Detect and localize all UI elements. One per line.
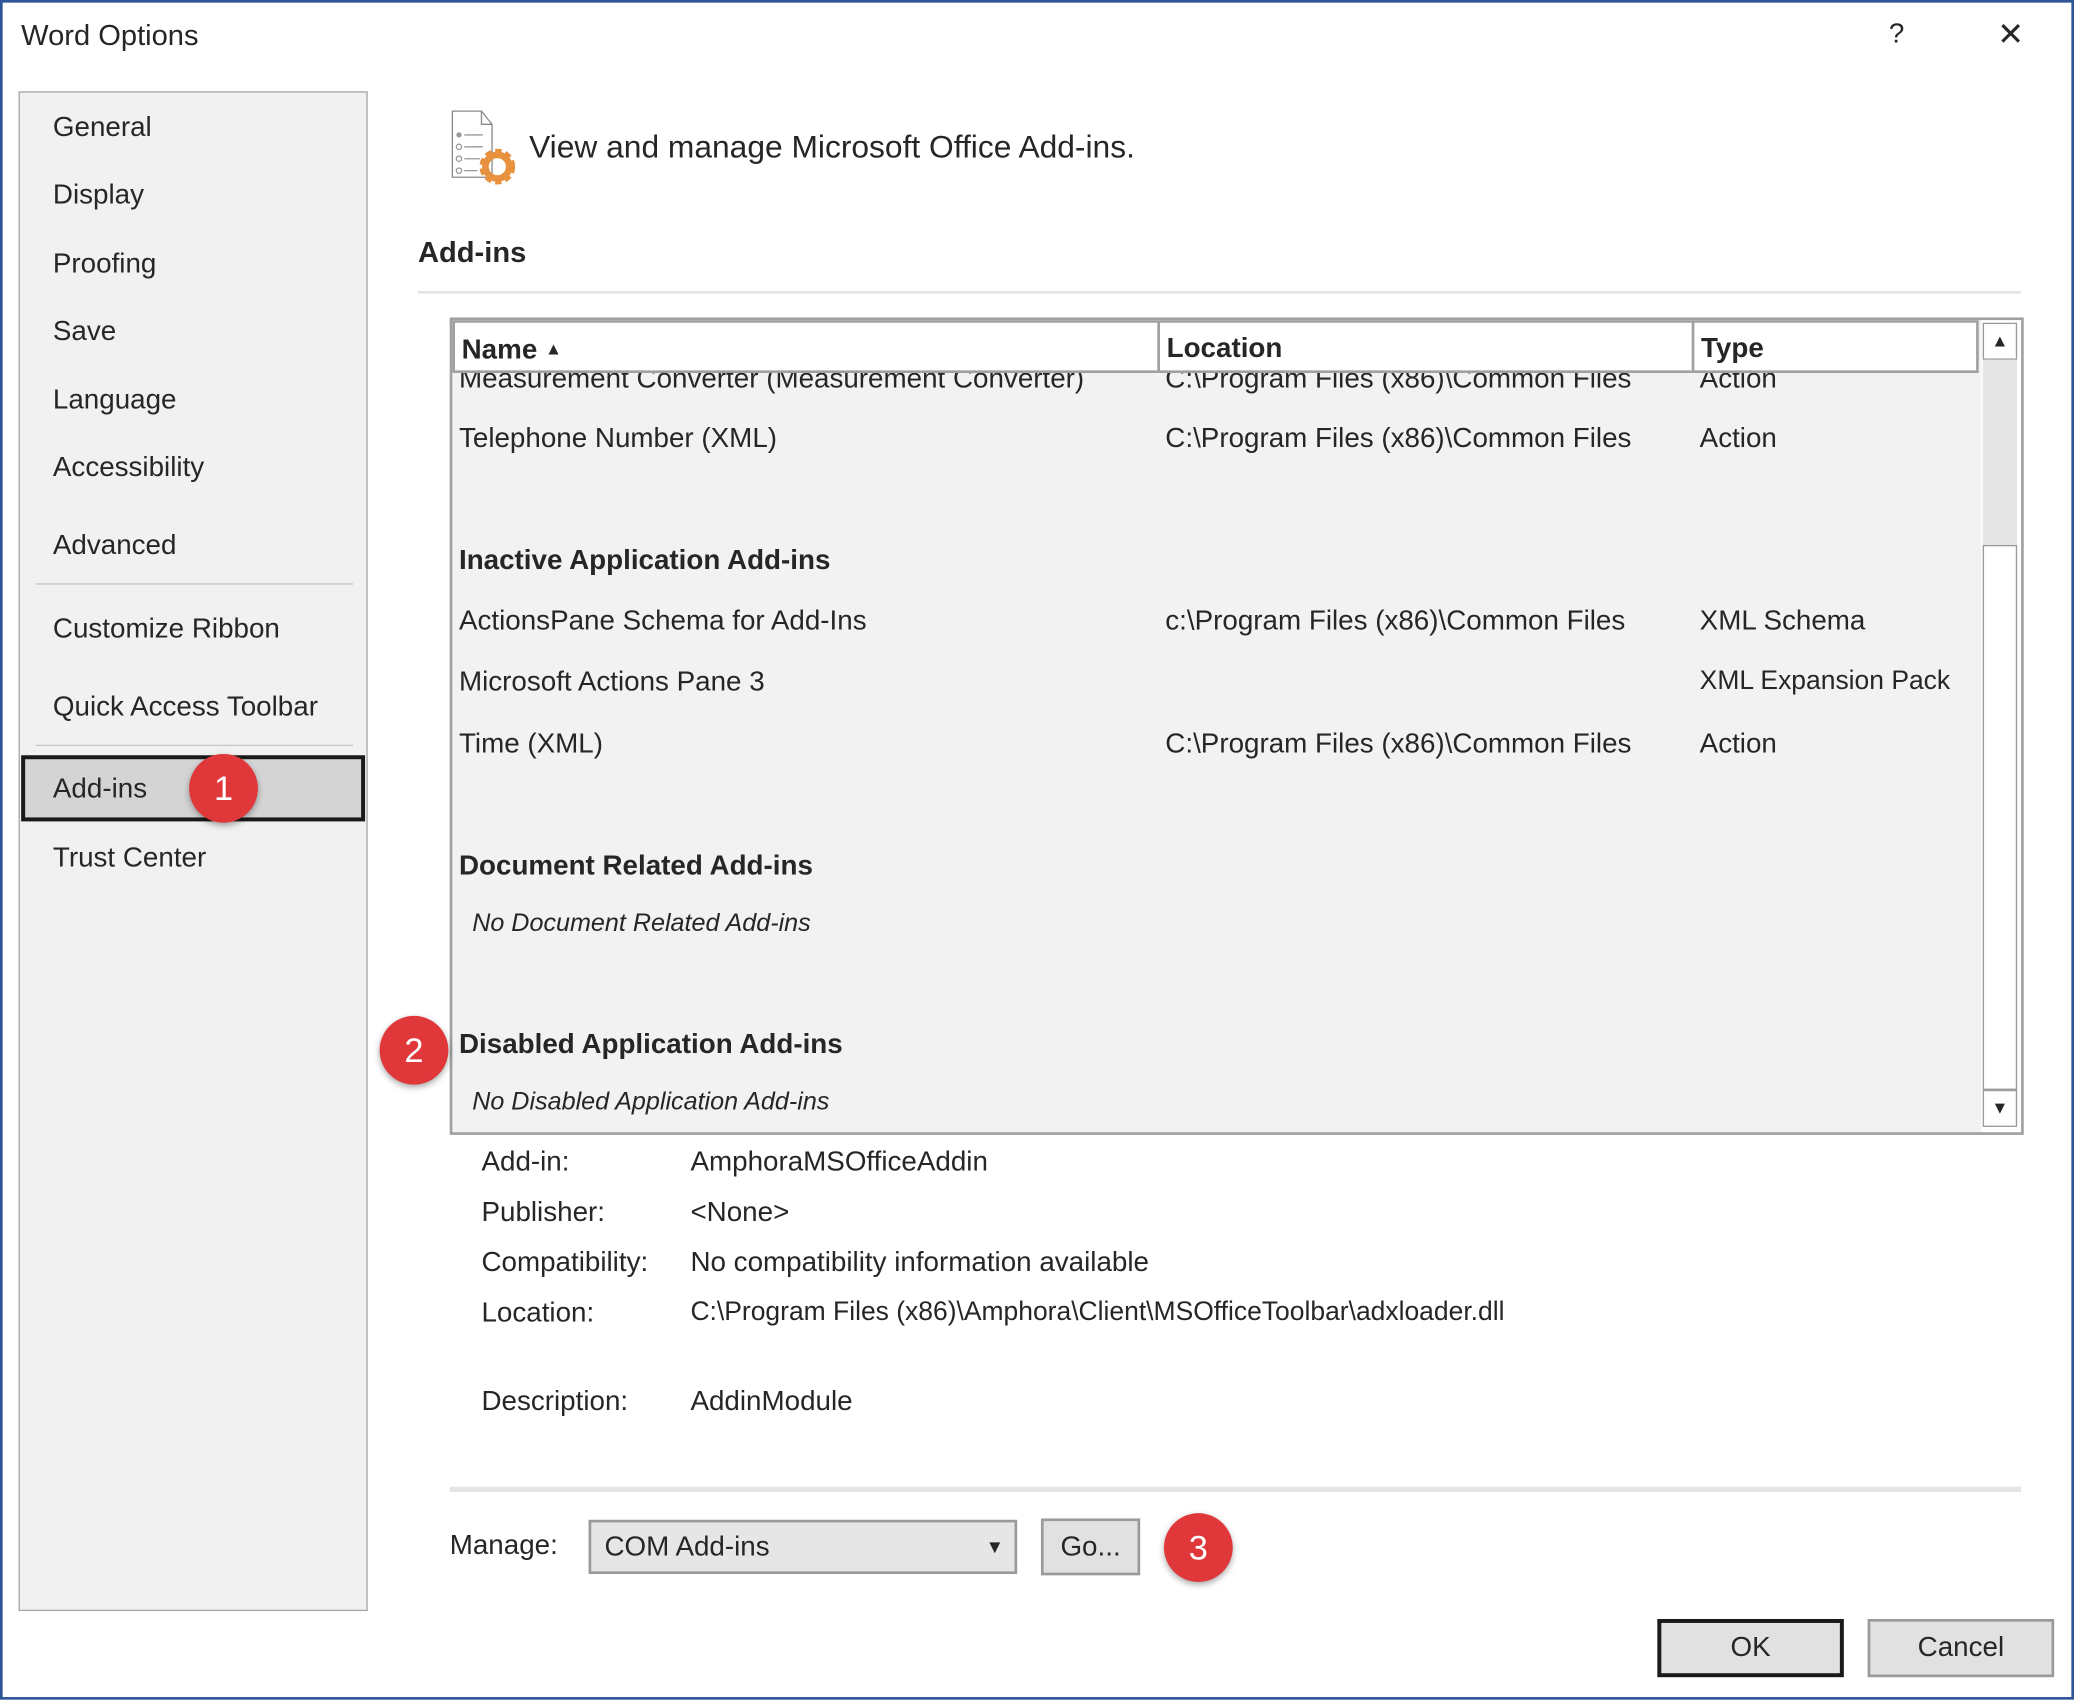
- detail-description-label: Description:: [481, 1386, 629, 1417]
- detail-location-label: Location:: [481, 1297, 595, 1328]
- column-name-label: Name: [461, 334, 538, 366]
- sidebar-item-trust-center[interactable]: Trust Center: [53, 832, 206, 885]
- list-item-location: C:\Program Files (x86)\Common Files: [1165, 423, 1632, 454]
- scroll-track[interactable]: [1982, 359, 2018, 545]
- detail-location-value: C:\Program Files (x86)\Amphora\Client\MS…: [690, 1297, 1505, 1327]
- list-item[interactable]: Time (XML): [459, 729, 603, 761]
- sort-ascending-icon: ▲: [545, 338, 563, 359]
- scroll-thumb[interactable]: [1982, 544, 2018, 1090]
- chevron-down-icon: ▼: [985, 1535, 1004, 1557]
- manage-select[interactable]: COM Add-ins ▼: [588, 1519, 1018, 1575]
- empty-disabled-addins: No Disabled Application Add-ins: [472, 1088, 830, 1117]
- manage-select-value: COM Add-ins: [604, 1531, 770, 1563]
- divider: [449, 1486, 2022, 1493]
- section-divider: [417, 290, 2022, 294]
- column-header-location[interactable]: Location: [1157, 320, 1695, 374]
- sidebar-item-customize-ribbon[interactable]: Customize Ribbon: [53, 603, 280, 656]
- addins-gear-document-icon: [451, 110, 516, 185]
- detail-description-value: AddinModule: [690, 1386, 853, 1417]
- detail-publisher-label: Publisher:: [481, 1197, 605, 1228]
- annotation-badge-3: 3: [1163, 1513, 1233, 1582]
- list-item[interactable]: ActionsPane Schema for Add-Ins: [459, 606, 867, 638]
- sidebar-item-save[interactable]: Save: [53, 306, 116, 359]
- group-inactive: Inactive Application Add-ins: [458, 544, 831, 576]
- close-button[interactable]: ✕: [1997, 16, 2024, 54]
- column-header-name[interactable]: Name ▲: [452, 320, 1161, 374]
- scroll-down-icon[interactable]: ▼: [1982, 1089, 2018, 1127]
- annotation-badge-1: 1: [189, 753, 258, 823]
- sidebar-divider: [35, 583, 354, 585]
- detail-compat-value: No compatibility information available: [690, 1247, 1149, 1278]
- cancel-button[interactable]: Cancel: [1867, 1618, 2055, 1678]
- sidebar-item-accessibility[interactable]: Accessibility: [53, 442, 204, 495]
- list-item-location: C:\Program Files (x86)\Common Files: [1165, 728, 1632, 760]
- sidebar-item-language[interactable]: Language: [53, 374, 177, 427]
- dialog-title: Word Options: [21, 18, 199, 52]
- sidebar: General Display Proofing Save Language A…: [18, 91, 368, 1612]
- group-document: Document Related Add-ins: [458, 850, 813, 881]
- detail-addin-value: AmphoraMSOfficeAddin: [690, 1146, 988, 1178]
- scroll-up-icon[interactable]: ▲: [1982, 322, 2018, 360]
- list-item-type: Action: [1699, 728, 1777, 760]
- empty-document-addins: No Document Related Add-ins: [472, 910, 811, 938]
- list-item[interactable]: Telephone Number (XML): [459, 423, 777, 455]
- sidebar-divider: [35, 744, 354, 747]
- list-item-type: Action: [1699, 423, 1777, 454]
- list-item[interactable]: Microsoft Actions Pane 3: [459, 667, 765, 699]
- addins-list[interactable]: Measurement Converter (Measurement Conve…: [449, 317, 2024, 1135]
- detail-addin-label: Add-in:: [481, 1146, 570, 1178]
- help-button[interactable]: ?: [1889, 19, 1904, 51]
- ok-button[interactable]: OK: [1657, 1618, 1844, 1678]
- list-item-location: c:\Program Files (x86)\Common Files: [1165, 605, 1626, 637]
- column-header-type[interactable]: Type: [1691, 320, 1979, 374]
- annotation-badge-2: 2: [379, 1015, 449, 1085]
- detail-compat-label: Compatibility:: [481, 1247, 649, 1278]
- sidebar-item-quick-access-toolbar[interactable]: Quick Access Toolbar: [53, 681, 318, 734]
- sidebar-item-add-ins[interactable]: Add-ins: [53, 763, 147, 816]
- sidebar-item-proofing[interactable]: Proofing: [53, 238, 156, 291]
- list-item-type: XML Schema: [1699, 605, 1866, 637]
- sidebar-item-advanced[interactable]: Advanced: [53, 520, 177, 573]
- group-disabled: Disabled Application Add-ins: [458, 1029, 843, 1060]
- sidebar-item-general[interactable]: General: [53, 102, 152, 155]
- sidebar-item-display[interactable]: Display: [53, 169, 144, 222]
- detail-publisher-value: <None>: [690, 1197, 790, 1228]
- page-heading: View and manage Microsoft Office Add-ins…: [529, 129, 1135, 166]
- go-button[interactable]: Go...: [1040, 1518, 1141, 1576]
- scrollbar[interactable]: ▲ ▼: [1981, 320, 2022, 1133]
- manage-label: Manage:: [449, 1530, 558, 1561]
- list-item-type: XML Expansion Pack: [1699, 666, 1951, 696]
- section-title: Add-ins: [417, 235, 527, 269]
